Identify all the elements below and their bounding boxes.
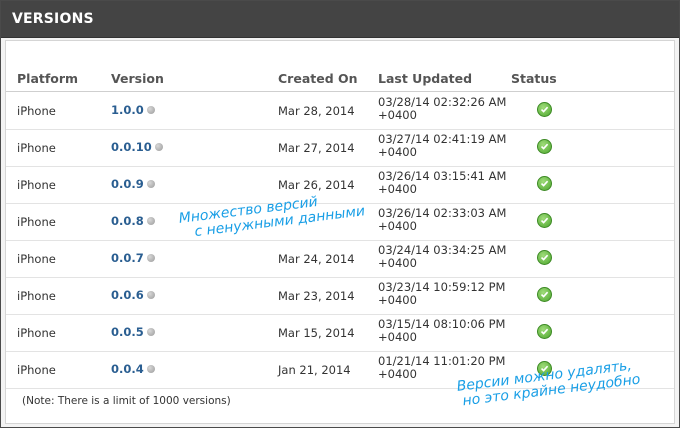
version-label[interactable]: 0.0.6 [111, 288, 144, 302]
panel-title: VERSIONS [12, 11, 94, 27]
check-circle-icon [537, 176, 552, 191]
created-cell: Mar 24, 2014 [278, 252, 355, 266]
version-link[interactable]: 0.0.9 [111, 177, 155, 191]
updated-cell: 03/15/14 08:10:06 PM +0400 [378, 318, 505, 344]
updated-time: 03/26/14 02:33:03 AM [378, 206, 507, 220]
panel-header: VERSIONS [1, 1, 679, 38]
updated-cell: 03/23/14 10:59:12 PM +0400 [378, 281, 505, 307]
info-dot-icon[interactable] [146, 291, 155, 299]
version-link[interactable]: 0.0.4 [111, 362, 155, 376]
version-label[interactable]: 0.0.9 [111, 177, 144, 191]
created-cell: Mar 15, 2014 [278, 326, 355, 340]
info-dot-icon[interactable] [146, 106, 155, 114]
table-row: iPhone 1.0.0 Mar 28, 2014 03/28/14 02:32… [6, 92, 674, 130]
check-circle-icon [537, 250, 552, 265]
updated-zone: +0400 [378, 182, 417, 196]
version-link[interactable]: 1.0.0 [111, 103, 155, 117]
col-header-created: Created On [278, 71, 358, 86]
table-row: iPhone 0.0.5 Mar 15, 2014 03/15/14 08:10… [6, 314, 674, 352]
updated-zone: +0400 [378, 219, 417, 233]
info-dot-icon[interactable] [146, 328, 155, 336]
updated-cell: 03/27/14 02:41:19 AM +0400 [378, 133, 506, 159]
updated-zone: +0400 [378, 330, 417, 344]
updated-time: 03/24/14 03:34:25 AM [378, 243, 507, 257]
platform-cell: iPhone [17, 215, 56, 229]
created-cell: Mar 23, 2014 [278, 289, 355, 303]
updated-cell: 03/26/14 03:15:41 AM +0400 [378, 170, 506, 196]
info-dot-icon[interactable] [146, 254, 155, 262]
updated-time: 01/21/14 11:01:20 PM [378, 354, 506, 368]
updated-time: 03/27/14 02:41:19 AM [378, 132, 507, 146]
updated-zone: +0400 [378, 145, 417, 159]
version-link[interactable]: 0.0.10 [111, 140, 163, 154]
col-header-status: Status [511, 71, 557, 86]
platform-cell: iPhone [17, 326, 56, 340]
platform-cell: iPhone [17, 363, 56, 377]
platform-cell: iPhone [17, 252, 56, 266]
platform-cell: iPhone [17, 178, 56, 192]
version-label[interactable]: 1.0.0 [111, 103, 144, 117]
updated-time: 03/15/14 08:10:06 PM [378, 317, 506, 331]
version-label[interactable]: 0.0.10 [111, 140, 152, 154]
version-link[interactable]: 0.0.5 [111, 325, 155, 339]
created-cell: Mar 26, 2014 [278, 178, 355, 192]
updated-zone: +0400 [378, 108, 417, 122]
check-circle-icon [537, 213, 552, 228]
updated-zone: +0400 [378, 367, 417, 381]
col-header-platform: Platform [17, 71, 79, 86]
versions-limit-note: (Note: There is a limit of 1000 versions… [22, 395, 231, 407]
col-header-updated: Last Updated [378, 71, 473, 86]
info-dot-icon[interactable] [146, 180, 155, 188]
updated-time: 03/28/14 02:32:26 AM [378, 95, 507, 109]
platform-cell: iPhone [17, 104, 56, 118]
table-row: iPhone 0.0.10 Mar 27, 2014 03/27/14 02:4… [6, 129, 674, 167]
version-label[interactable]: 0.0.5 [111, 325, 144, 339]
table-row: iPhone 0.0.7 Mar 24, 2014 03/24/14 03:34… [6, 240, 674, 278]
updated-time: 03/23/14 10:59:12 PM [378, 280, 506, 294]
col-header-version: Version [111, 71, 164, 86]
platform-cell: iPhone [17, 141, 56, 155]
info-dot-icon[interactable] [146, 217, 155, 225]
check-circle-icon [537, 324, 552, 339]
created-cell: Jan 21, 2014 [278, 363, 351, 377]
version-link[interactable]: 0.0.6 [111, 288, 155, 302]
version-label[interactable]: 0.0.4 [111, 362, 144, 376]
info-dot-icon[interactable] [154, 143, 163, 151]
version-link[interactable]: 0.0.8 [111, 214, 155, 228]
info-dot-icon[interactable] [146, 365, 155, 373]
version-label[interactable]: 0.0.8 [111, 214, 144, 228]
updated-time: 03/26/14 03:15:41 AM [378, 169, 507, 183]
platform-cell: iPhone [17, 289, 56, 303]
created-cell: Mar 28, 2014 [278, 104, 355, 118]
updated-cell: 03/26/14 02:33:03 AM +0400 [378, 207, 506, 233]
check-circle-icon [537, 287, 552, 302]
updated-cell: 03/28/14 02:32:26 AM +0400 [378, 96, 506, 122]
table-row: iPhone 0.0.6 Mar 23, 2014 03/23/14 10:59… [6, 277, 674, 315]
version-label[interactable]: 0.0.7 [111, 251, 144, 265]
updated-zone: +0400 [378, 256, 417, 270]
version-link[interactable]: 0.0.7 [111, 251, 155, 265]
check-circle-icon [537, 139, 552, 154]
updated-zone: +0400 [378, 293, 417, 307]
check-circle-icon [537, 102, 552, 117]
updated-cell: 03/24/14 03:34:25 AM +0400 [378, 244, 506, 270]
created-cell: Mar 27, 2014 [278, 141, 355, 155]
